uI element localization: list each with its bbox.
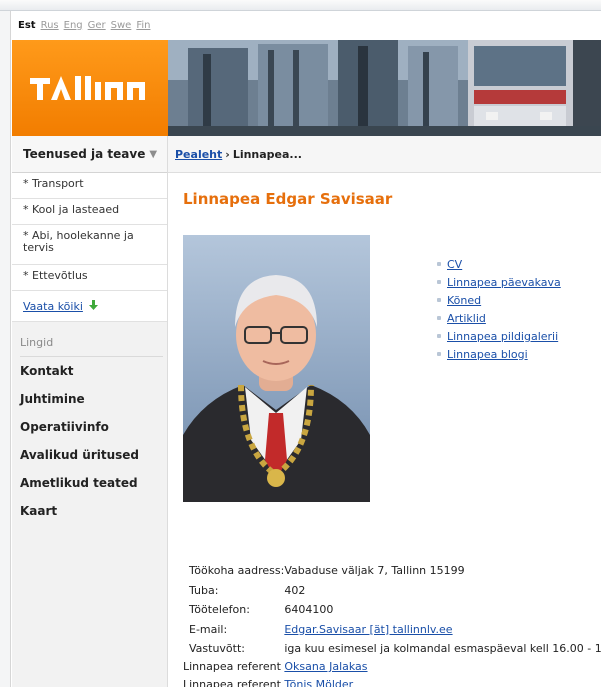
phone-value: 6404100 (284, 603, 334, 617)
list-item: Artiklid (437, 309, 561, 327)
lang-swe[interactable]: Swe (111, 20, 132, 31)
lang-rus[interactable]: Rus (41, 20, 59, 31)
reception-label: Vastuvõtt: (189, 642, 245, 656)
sidebar-link-ametlikud-teated[interactable]: Ametlikud teated (12, 469, 167, 497)
table-row: E-mail: Edgar.Savisaar [ät] tallinnlv.ee (189, 620, 601, 640)
banner-photo (168, 40, 601, 136)
table-row: Töötelefon: 6404100 (189, 600, 601, 620)
gallery-link[interactable]: Linnapea pildigalerii (447, 330, 558, 343)
service-item-business[interactable]: * Ettevõtlus (12, 265, 167, 291)
mayor-portrait (183, 235, 370, 502)
sidebar-link-operatiivinfo[interactable]: Operatiivinfo (12, 413, 167, 441)
links-heading: Lingid (20, 336, 54, 349)
page-title: Linnapea Edgar Savisaar (183, 190, 393, 208)
chevron-down-icon: ▼ (149, 148, 158, 160)
speeches-link[interactable]: Kõned (447, 294, 481, 307)
mayor-links-list: CV Linnapea päevakava Kõned Artiklid Lin… (437, 255, 561, 363)
referent-row: Linnapea referent Tõnis Mölder (183, 678, 353, 687)
blog-link[interactable]: Linnapea blogi (447, 348, 528, 361)
referent-link[interactable]: Oksana Jalakas (284, 660, 367, 673)
referent-link[interactable]: Tõnis Mölder (284, 678, 353, 687)
tallinn-logo-mark (30, 76, 145, 100)
service-item-transport[interactable]: * Transport (12, 173, 167, 199)
referent-row: Linnapea referent Oksana Jalakas (183, 660, 368, 673)
bullet-icon (437, 334, 441, 338)
list-item: CV (437, 255, 561, 273)
referent-label: Linnapea referent (183, 678, 281, 687)
list-item: Kõned (437, 291, 561, 309)
list-item: Linnapea päevakava (437, 273, 561, 291)
see-all-link[interactable]: Vaata kõiki (23, 300, 83, 313)
email-label: E-mail: (189, 622, 228, 636)
bullet-icon (437, 316, 441, 320)
room-label: Tuba: (189, 583, 219, 597)
room-value: 402 (284, 583, 306, 597)
cv-link[interactable]: CV (447, 258, 462, 271)
lang-ger[interactable]: Ger (88, 20, 106, 31)
language-bar: Est Rus Eng Ger Swe Fin (18, 17, 150, 33)
phone-label: Töötelefon: (189, 603, 250, 617)
referent-label: Linnapea referent (183, 660, 281, 673)
breadcrumb-home-link[interactable]: Pealeht (175, 148, 222, 161)
reception-value: iga kuu esimesel ja kolmandal esmaspäeva… (284, 642, 601, 656)
schedule-link[interactable]: Linnapea päevakava (447, 276, 561, 289)
table-row: Vastuvõtt: iga kuu esimesel ja kolmandal… (189, 639, 601, 659)
service-item-welfare[interactable]: * Abi, hoolekanne ja tervis (12, 225, 167, 265)
services-dropdown[interactable]: Teenused ja teave ▼ (12, 136, 167, 173)
list-item: Linnapea pildigalerii (437, 327, 561, 345)
bullet-icon (437, 352, 441, 356)
lang-est[interactable]: Est (18, 20, 36, 31)
address-label: Töökoha aadress: (189, 564, 285, 578)
service-item-school[interactable]: * Kool ja lasteaed (12, 199, 167, 225)
window-left-edge (0, 11, 11, 687)
sidebar-link-avalikud-uritused[interactable]: Avalikud üritused (12, 441, 167, 469)
articles-link[interactable]: Artiklid (447, 312, 486, 325)
bullet-icon (437, 280, 441, 284)
tallinn-logo[interactable] (12, 40, 168, 136)
breadcrumb-separator: › (225, 147, 230, 161)
sidebar-link-juhtimine[interactable]: Juhtimine (12, 385, 167, 413)
breadcrumb: Pealeht › Linnapea... (168, 136, 601, 173)
address-value: Vabaduse väljak 7, Tallinn 15199 (284, 564, 465, 578)
arrow-down-icon (88, 299, 98, 313)
see-all-row: Vaata kõiki (12, 291, 167, 322)
table-row: Tuba: 402 (189, 581, 601, 601)
breadcrumb-current: Linnapea... (232, 147, 302, 161)
email-link[interactable]: Edgar.Savisaar [ät] tallinnlv.ee (284, 623, 452, 636)
bullet-icon (437, 298, 441, 302)
sidebar-link-kaart[interactable]: Kaart (12, 497, 167, 525)
sidebar: Teenused ja teave ▼ * Transport * Kool j… (12, 136, 168, 687)
lang-eng[interactable]: Eng (64, 20, 83, 31)
contact-info-table: Töökoha aadress: Vabaduse väljak 7, Tall… (189, 561, 601, 659)
table-row: Töökoha aadress: Vabaduse väljak 7, Tall… (189, 561, 601, 581)
sidebar-link-kontakt[interactable]: Kontakt (12, 357, 167, 385)
list-item: Linnapea blogi (437, 345, 561, 363)
bullet-icon (437, 262, 441, 266)
window-top-edge (0, 0, 601, 11)
lang-fin[interactable]: Fin (136, 20, 150, 31)
services-title: Teenused ja teave (23, 147, 146, 161)
